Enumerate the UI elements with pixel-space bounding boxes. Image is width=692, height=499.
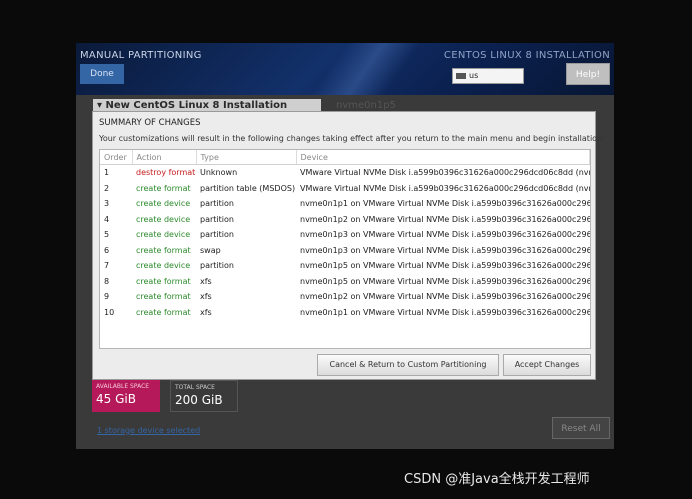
device-cell: VMware Virtual NVMe Disk i.a599b0396c316… bbox=[300, 168, 590, 178]
table-row[interactable]: 2 create format partition table (MSDOS) … bbox=[100, 181, 590, 197]
action-cell: create format bbox=[136, 245, 191, 255]
table-row[interactable]: 9 create format xfs nvme0n1p2 on VMware … bbox=[100, 289, 590, 305]
order-cell: 5 bbox=[104, 230, 110, 240]
total-space-value: 200 GiB bbox=[175, 393, 223, 407]
device-cell: nvme0n1p3 on VMware Virtual NVMe Disk i.… bbox=[300, 230, 590, 240]
table-row[interactable]: 4 create device partition nvme0n1p2 on V… bbox=[100, 212, 590, 228]
column-header-action[interactable]: Action bbox=[132, 150, 197, 165]
action-cell: create device bbox=[136, 214, 191, 224]
available-space-value: 45 GiB bbox=[96, 392, 136, 406]
type-cell: partition bbox=[200, 214, 234, 224]
device-cell: nvme0n1p1 on VMware Virtual NVMe Disk i.… bbox=[300, 199, 590, 209]
product-title: CENTOS LINUX 8 INSTALLATION bbox=[443, 50, 610, 61]
type-cell: xfs bbox=[200, 276, 212, 286]
device-cell: nvme0n1p5 on VMware Virtual NVMe Disk i.… bbox=[300, 261, 590, 271]
available-space-box: AVAILABLE SPACE 45 GiB bbox=[92, 380, 160, 412]
accept-changes-button[interactable]: Accept Changes bbox=[503, 354, 591, 376]
device-cell: nvme0n1p1 on VMware Virtual NVMe Disk i.… bbox=[300, 307, 590, 317]
action-cell: create device bbox=[136, 230, 191, 240]
column-header-type[interactable]: Type bbox=[196, 150, 297, 165]
device-cell: nvme0n1p2 on VMware Virtual NVMe Disk i.… bbox=[300, 292, 590, 302]
summary-of-changes-dialog: SUMMARY OF CHANGES Your customizations w… bbox=[92, 111, 605, 380]
dialog-description: Your customizations will result in the f… bbox=[99, 134, 605, 143]
order-cell: 9 bbox=[104, 292, 110, 302]
reset-all-button[interactable]: Reset All bbox=[552, 417, 610, 439]
column-header-device[interactable]: Device bbox=[296, 150, 590, 165]
order-cell: 8 bbox=[104, 276, 110, 286]
type-cell: partition table (MSDOS) bbox=[200, 183, 296, 193]
done-button[interactable]: Done bbox=[80, 64, 124, 84]
banner-decoration bbox=[285, 43, 427, 95]
type-cell: partition bbox=[200, 261, 234, 271]
order-cell: 7 bbox=[104, 261, 110, 271]
action-cell: create format bbox=[136, 292, 191, 302]
keyboard-layout-label: us bbox=[469, 71, 479, 80]
table-row[interactable]: 7 create device partition nvme0n1p5 on V… bbox=[100, 258, 590, 274]
selected-device-name: nvme0n1p5 bbox=[336, 100, 396, 111]
type-cell: partition bbox=[200, 199, 234, 209]
table-row[interactable]: 5 create device partition nvme0n1p3 on V… bbox=[100, 227, 590, 243]
order-cell: 10 bbox=[104, 307, 115, 317]
order-cell: 6 bbox=[104, 245, 110, 255]
order-cell: 2 bbox=[104, 183, 110, 193]
changes-table[interactable]: Order Action Type Device 1 destroy forma… bbox=[99, 149, 591, 349]
cancel-return-button[interactable]: Cancel & Return to Custom Partitioning bbox=[317, 354, 499, 376]
total-space-box: TOTAL SPACE 200 GiB bbox=[170, 380, 238, 412]
type-cell: partition bbox=[200, 230, 234, 240]
keyboard-icon bbox=[456, 72, 466, 79]
keyboard-layout-indicator[interactable]: us bbox=[452, 68, 524, 84]
help-button[interactable]: Help! bbox=[566, 63, 610, 85]
type-cell: swap bbox=[200, 245, 221, 255]
type-cell: Unknown bbox=[200, 168, 238, 178]
device-cell: nvme0n1p5 on VMware Virtual NVMe Disk i.… bbox=[300, 276, 590, 286]
device-cell: nvme0n1p3 on VMware Virtual NVMe Disk i.… bbox=[300, 245, 590, 255]
total-space-label: TOTAL SPACE bbox=[175, 384, 215, 391]
device-cell: VMware Virtual NVMe Disk i.a599b0396c316… bbox=[300, 183, 590, 193]
action-cell: create format bbox=[136, 183, 191, 193]
header-banner: MANUAL PARTITIONING CENTOS LINUX 8 INSTA… bbox=[76, 43, 614, 95]
type-cell: xfs bbox=[200, 292, 212, 302]
table-header-row: Order Action Type Device bbox=[100, 150, 590, 165]
spoke-title: MANUAL PARTITIONING bbox=[80, 50, 202, 61]
action-cell: create device bbox=[136, 199, 191, 209]
table-row[interactable]: 6 create format swap nvme0n1p3 on VMware… bbox=[100, 243, 590, 259]
action-cell: create format bbox=[136, 307, 191, 317]
order-cell: 3 bbox=[104, 199, 110, 209]
column-header-order[interactable]: Order bbox=[100, 150, 133, 165]
type-cell: xfs bbox=[200, 307, 212, 317]
action-cell: create format bbox=[136, 276, 191, 286]
action-cell: create device bbox=[136, 261, 191, 271]
table-row[interactable]: 8 create format xfs nvme0n1p5 on VMware … bbox=[100, 274, 590, 290]
dialog-title: SUMMARY OF CHANGES bbox=[99, 118, 201, 128]
storage-devices-link[interactable]: 1 storage device selected bbox=[97, 426, 200, 435]
order-cell: 1 bbox=[104, 168, 110, 178]
table-row[interactable]: 10 create format xfs nvme0n1p1 on VMware… bbox=[100, 305, 590, 321]
device-cell: nvme0n1p2 on VMware Virtual NVMe Disk i.… bbox=[300, 214, 590, 224]
action-cell: destroy format bbox=[136, 168, 196, 178]
watermark-text: CSDN @准Java全栈开发工程师 bbox=[404, 472, 590, 487]
table-row[interactable]: 1 destroy format Unknown VMware Virtual … bbox=[100, 165, 590, 181]
table-row[interactable]: 3 create device partition nvme0n1p1 on V… bbox=[100, 196, 590, 212]
available-space-label: AVAILABLE SPACE bbox=[96, 383, 150, 390]
order-cell: 4 bbox=[104, 214, 110, 224]
